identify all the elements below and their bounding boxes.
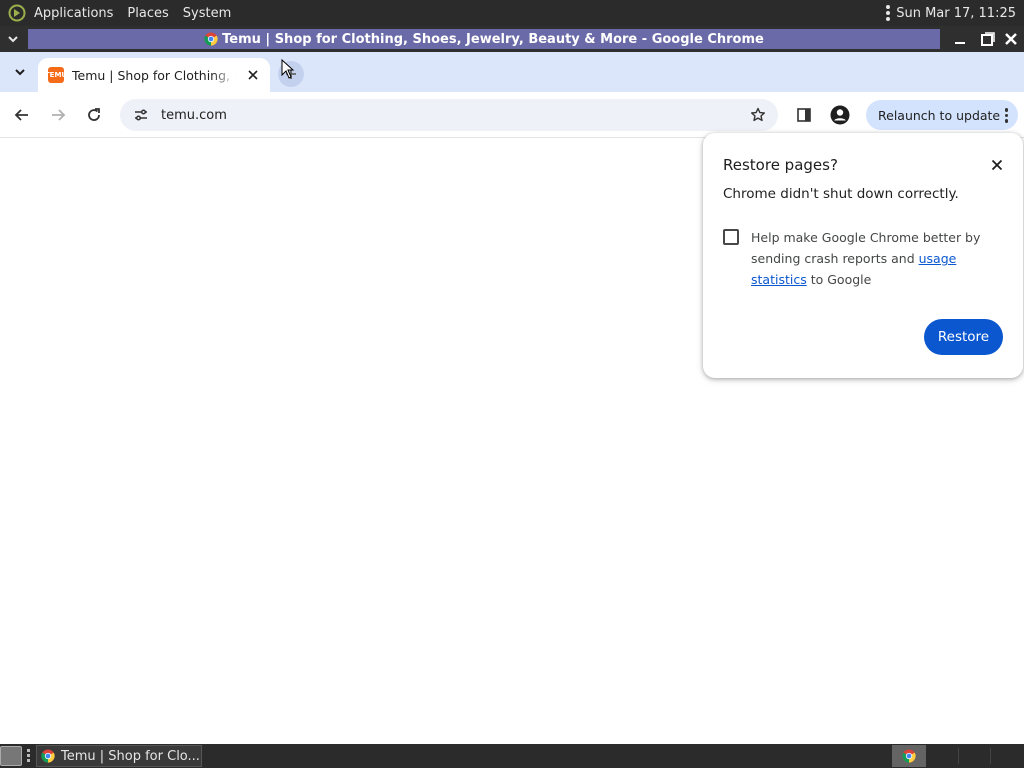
side-panel-icon	[797, 108, 811, 122]
restore-button[interactable]: Restore	[924, 319, 1003, 355]
close-icon	[991, 159, 1003, 171]
forward-arrow-icon	[52, 109, 66, 121]
avatar-icon	[830, 105, 850, 125]
taskbar: Temu | Shop for Clo...	[0, 744, 1024, 768]
taskbar-handle-icon	[27, 749, 30, 762]
window-menu-chevron-icon[interactable]	[0, 26, 26, 52]
url-text[interactable]: temu.com	[161, 108, 227, 123]
chrome-logo-icon	[204, 32, 218, 46]
browser-toolbar: temu.com Relaunch to update	[0, 92, 1024, 138]
address-bar[interactable]: temu.com	[120, 99, 778, 131]
window-titlebar: Temu | Shop for Clothing, Shoes, Jewelry…	[0, 26, 1024, 52]
window-title-text: Temu | Shop for Clothing, Shoes, Jewelry…	[222, 31, 764, 47]
relaunch-to-update-button[interactable]: Relaunch to update	[866, 100, 1018, 130]
clock[interactable]: Sun Mar 17, 11:25	[896, 6, 1016, 21]
close-icon	[248, 70, 258, 80]
system-menu[interactable]: System	[183, 6, 231, 21]
chrome-logo-icon	[41, 749, 55, 763]
applications-menu[interactable]: Applications	[34, 6, 113, 21]
restore-pages-dialog: Restore pages? Chrome didn't shut down c…	[703, 133, 1023, 378]
side-panel-button[interactable]	[790, 101, 818, 129]
back-button[interactable]	[8, 101, 36, 129]
crash-reports-text-after: to Google	[806, 272, 872, 287]
show-desktop-icon[interactable]	[0, 746, 22, 766]
tab-temu[interactable]: TEMU Temu | Shop for Clothing, Shoes, Je…	[38, 58, 270, 92]
chevron-down-icon	[15, 69, 25, 76]
back-arrow-icon	[14, 109, 28, 121]
places-menu[interactable]: Places	[127, 6, 168, 21]
taskbar-item-label: Temu | Shop for Clo...	[61, 748, 200, 764]
taskbar-item-chrome[interactable]: Temu | Shop for Clo...	[36, 745, 202, 767]
reload-button[interactable]	[80, 101, 108, 129]
dialog-title: Restore pages?	[723, 156, 838, 174]
crash-reports-checkbox[interactable]	[723, 229, 739, 245]
window-title: Temu | Shop for Clothing, Shoes, Jewelry…	[28, 29, 940, 49]
relaunch-label: Relaunch to update	[878, 107, 1001, 123]
site-info-tune-icon[interactable]	[124, 107, 158, 123]
panel-handle-icon	[886, 5, 891, 21]
window-close-button[interactable]	[999, 26, 1023, 52]
dialog-close-button[interactable]	[987, 155, 1007, 175]
tab-strip: TEMU Temu | Shop for Clothing, Shoes, Je…	[0, 52, 1024, 92]
maximize-button[interactable]	[976, 26, 1000, 52]
dialog-message: Chrome didn't shut down correctly.	[723, 186, 959, 202]
temu-favicon-icon: TEMU	[45, 67, 67, 83]
distro-logo-icon[interactable]	[6, 2, 28, 24]
tray-chrome-icon[interactable]	[892, 745, 926, 767]
profile-button[interactable]	[826, 101, 854, 129]
minimize-button[interactable]	[948, 26, 972, 52]
tab-close-button[interactable]	[244, 66, 262, 84]
mouse-cursor-icon	[281, 59, 295, 79]
crash-reports-label: Help make Google Chrome better by sendin…	[751, 227, 1007, 290]
tray-divider	[958, 748, 959, 764]
reload-icon	[88, 108, 100, 121]
top-panel: Applications Places System Sun Mar 17, 1…	[0, 0, 1024, 26]
forward-button[interactable]	[44, 101, 72, 129]
tab-title: Temu | Shop for Clothing, Shoes, Jewelry…	[72, 67, 236, 83]
tray-divider	[990, 748, 991, 764]
more-options-icon	[1004, 108, 1008, 123]
tab-search-button[interactable]	[8, 60, 32, 84]
bookmark-star-icon[interactable]	[748, 105, 768, 125]
